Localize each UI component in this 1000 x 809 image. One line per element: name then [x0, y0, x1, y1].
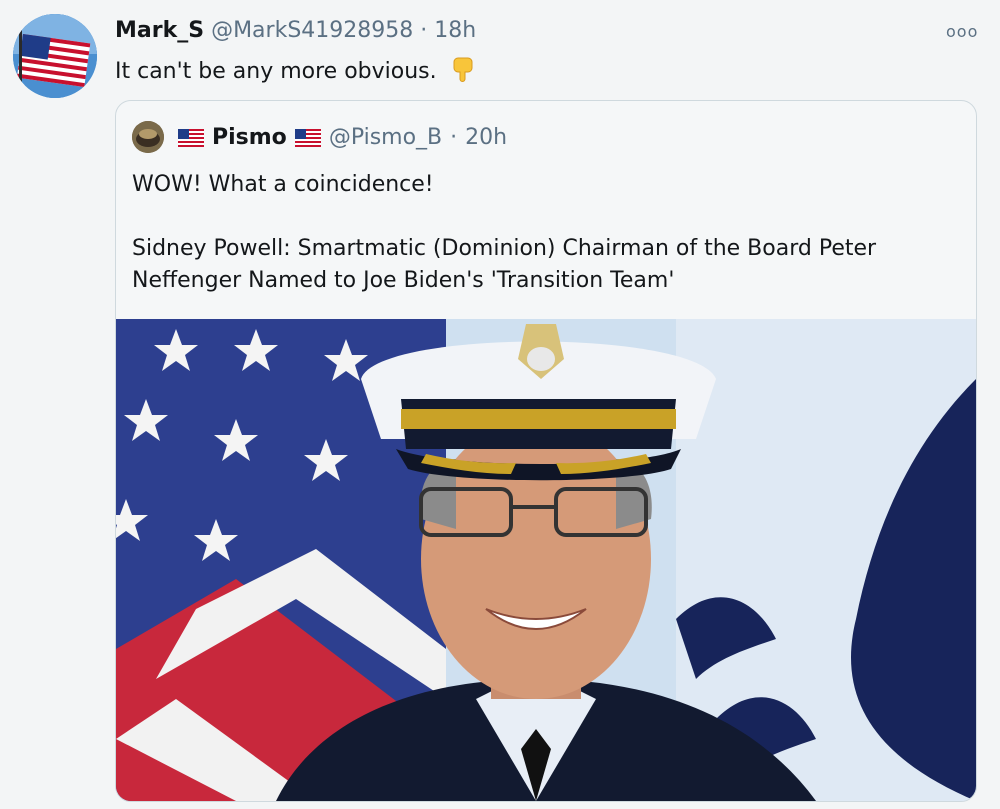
tweet-header: Mark_S @MarkS41928958 · 18h — [115, 18, 476, 43]
author-name[interactable]: Mark_S — [115, 18, 204, 43]
quoted-author-name[interactable]: Pismo — [212, 125, 287, 150]
us-flag-avatar-image — [13, 14, 97, 98]
tweet-time[interactable]: 18h — [434, 18, 476, 43]
us-flag-icon — [178, 128, 204, 147]
officer-portrait-image — [116, 319, 976, 801]
author-handle[interactable]: @MarkS41928958 — [211, 18, 413, 43]
quoted-author-avatar[interactable] — [132, 121, 164, 153]
time-separator: · — [420, 18, 428, 43]
more-options-icon[interactable]: ooo — [946, 22, 978, 41]
time-separator: · — [450, 124, 458, 150]
quoted-tweet-time[interactable]: 20h — [465, 125, 507, 150]
tweet-text-content: It can't be any more obvious. — [115, 59, 437, 84]
us-flag-icon — [294, 128, 321, 147]
quoted-author-handle[interactable]: @Pismo_B — [329, 125, 442, 150]
quoted-tweet-header: Pismo @Pismo_B · 20h — [132, 121, 507, 153]
quoted-tweet-card[interactable]: Pismo @Pismo_B · 20h WOW! What a coincid… — [115, 100, 977, 802]
author-avatar[interactable] — [13, 14, 97, 98]
quoted-text-line-1: WOW! What a coincidence! — [132, 172, 434, 197]
tweet-text: It can't be any more obvious. — [115, 56, 476, 88]
quoted-tweet-text: WOW! What a coincidence! Sidney Powell: … — [132, 169, 952, 329]
quoted-tweet-photo[interactable] — [116, 319, 976, 801]
pointing-down-hand-icon — [452, 56, 476, 88]
quoted-text-line-2: Sidney Powell: Smartmatic (Dominion) Cha… — [132, 236, 877, 293]
